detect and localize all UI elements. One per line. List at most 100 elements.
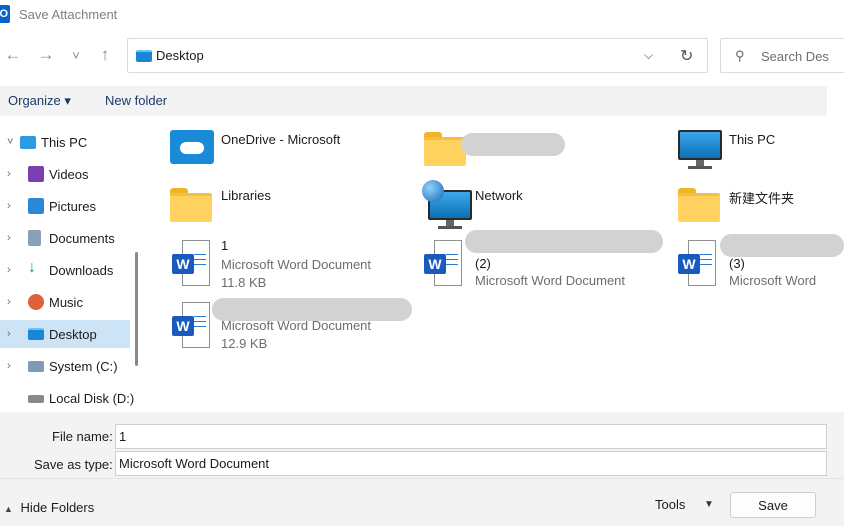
folder-new-folder[interactable]: 新建文件夹 xyxy=(678,186,828,226)
address-dropdown-button[interactable]: ⌵ xyxy=(644,48,653,63)
navigation-pane: ˅ This PC › Videos › Pictures › Document… xyxy=(0,116,146,412)
folder-libraries[interactable]: Libraries xyxy=(170,186,410,226)
drive-d-icon xyxy=(28,395,44,403)
search-placeholder: Search Des xyxy=(761,49,829,64)
redacted-name xyxy=(212,298,412,321)
back-button[interactable]: ← xyxy=(2,44,24,66)
folder-icon xyxy=(170,188,212,222)
sidebar-item-label: Pictures xyxy=(49,198,96,214)
word-document-icon: W xyxy=(424,240,462,286)
sidebar-item-label: Videos xyxy=(49,166,89,182)
item-name: OneDrive - Microsoft xyxy=(221,132,341,147)
outlook-app-icon: O xyxy=(0,5,10,23)
tools-button[interactable]: Tools xyxy=(655,497,685,512)
desktop-icon xyxy=(136,50,152,62)
folder-icon xyxy=(424,132,466,166)
drive-c-icon xyxy=(28,361,44,372)
folder-network[interactable]: Network xyxy=(422,180,662,230)
file-doc-3[interactable]: W (3) Microsoft Word xyxy=(678,234,844,294)
up-button[interactable]: ↑ xyxy=(94,44,116,66)
item-type: Microsoft Word Document xyxy=(475,273,626,288)
folder-onedrive[interactable]: OneDrive - Microsoft xyxy=(170,130,410,170)
sidebar-item-desktop[interactable]: › Desktop xyxy=(0,320,130,348)
downloads-icon: ↓ xyxy=(28,259,36,276)
pictures-icon xyxy=(28,198,44,214)
chevron-right-icon[interactable]: › xyxy=(7,200,11,212)
sidebar-item-this-pc[interactable]: ˅ This PC xyxy=(0,128,130,156)
item-size: 12.9 KB xyxy=(221,336,268,351)
organize-button[interactable]: Organize ▾ xyxy=(8,93,71,109)
recent-locations-button[interactable]: ˅ xyxy=(65,44,87,66)
file-doc-1[interactable]: W 1 Microsoft Word Document 11.8 KB xyxy=(170,238,410,298)
pc-icon xyxy=(20,136,36,149)
sidebar-item-label: Music xyxy=(49,294,83,310)
chevron-right-icon[interactable]: › xyxy=(7,360,11,372)
chevron-right-icon[interactable]: › xyxy=(7,296,11,308)
item-name: (2) xyxy=(475,256,491,271)
address-bar[interactable]: Desktop ⌵ ↻ xyxy=(127,38,708,73)
sidebar-item-documents[interactable]: › Documents xyxy=(0,224,130,252)
item-name: Network xyxy=(475,188,523,203)
file-doc-2[interactable]: W (2) Microsoft Word Document xyxy=(422,230,663,290)
search-input[interactable]: ⚲ Search Des xyxy=(720,38,844,73)
word-document-icon: W xyxy=(678,240,716,286)
file-name-label: File name: xyxy=(52,429,113,444)
desktop-icon xyxy=(28,328,44,340)
item-size: 11.8 KB xyxy=(221,275,267,290)
item-name: This PC xyxy=(729,132,776,147)
chevron-right-icon[interactable]: › xyxy=(7,168,11,180)
sidebar-item-label: This PC xyxy=(41,134,88,150)
redacted-name xyxy=(720,234,844,257)
caret-down-icon[interactable]: ▼ xyxy=(704,499,714,510)
item-name: (3) xyxy=(729,256,745,271)
file-doc-4[interactable]: W Microsoft Word Document 12.9 KB xyxy=(170,298,420,358)
sidebar-item-system-c[interactable]: › System (C:) xyxy=(0,352,130,380)
hide-folders-button[interactable]: ▲ Hide Folders xyxy=(4,500,94,515)
sidebar-item-downloads[interactable]: › ↓ Downloads xyxy=(0,256,130,284)
videos-icon xyxy=(28,166,44,182)
item-name: Libraries xyxy=(221,188,271,203)
item-type: Microsoft Word Document xyxy=(221,257,372,272)
forward-button[interactable]: → xyxy=(35,44,57,66)
sidebar-item-label: Documents xyxy=(49,230,115,246)
chevron-down-icon[interactable]: ˅ xyxy=(7,136,13,148)
save-as-type-select[interactable]: Microsoft Word Document xyxy=(115,451,827,476)
file-name-input[interactable]: 1 xyxy=(115,424,827,449)
navigation-scrollbar[interactable] xyxy=(135,252,138,366)
music-icon xyxy=(28,294,44,310)
item-name: 1 xyxy=(221,238,229,253)
item-type: Microsoft Word xyxy=(729,273,817,288)
sidebar-item-local-disk-d[interactable]: Local Disk (D:) xyxy=(0,384,146,412)
refresh-button[interactable]: ↻ xyxy=(680,46,693,66)
hide-folders-label: Hide Folders xyxy=(20,500,95,515)
sidebar-item-music[interactable]: › Music xyxy=(0,288,130,316)
chevron-right-icon[interactable]: › xyxy=(7,232,11,244)
sidebar-item-label: System (C:) xyxy=(49,358,118,374)
window-title: Save Attachment xyxy=(19,7,118,22)
sidebar-item-videos[interactable]: › Videos xyxy=(0,160,130,188)
documents-icon xyxy=(28,230,41,246)
word-document-icon: W xyxy=(172,240,210,286)
sidebar-item-label: Local Disk (D:) xyxy=(49,390,135,406)
new-folder-button[interactable]: New folder xyxy=(105,93,167,108)
chevron-right-icon[interactable]: › xyxy=(7,264,11,276)
chevron-up-icon: ▲ xyxy=(4,504,13,514)
save-as-type-label: Save as type: xyxy=(34,457,113,472)
sidebar-item-label: Desktop xyxy=(49,326,97,342)
chevron-right-icon[interactable]: › xyxy=(7,328,11,340)
folder-icon xyxy=(678,188,720,222)
address-text: Desktop xyxy=(156,48,204,63)
title-bar: O Save Attachment xyxy=(0,0,844,30)
divider xyxy=(0,478,844,479)
save-button[interactable]: Save xyxy=(730,492,816,518)
redacted-name xyxy=(465,230,663,253)
pc-icon xyxy=(678,130,722,170)
folder-redacted[interactable] xyxy=(424,130,664,170)
redacted-name xyxy=(461,133,565,156)
item-name: 新建文件夹 xyxy=(729,191,795,206)
word-document-icon: W xyxy=(172,302,210,348)
onedrive-icon xyxy=(170,130,214,164)
sidebar-item-pictures[interactable]: › Pictures xyxy=(0,192,130,220)
file-list: OneDrive - Microsoft This PC Libraries N… xyxy=(146,116,844,412)
folder-this-pc[interactable]: This PC xyxy=(678,130,828,174)
